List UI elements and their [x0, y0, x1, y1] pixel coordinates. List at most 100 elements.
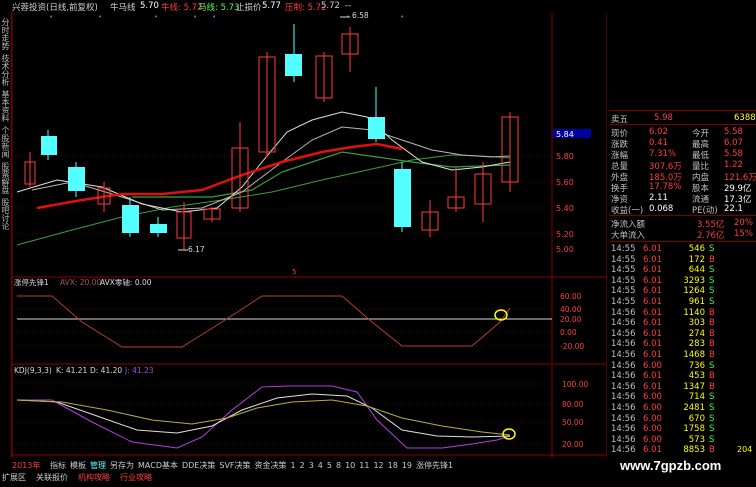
- indicator-tab[interactable]: SVF决策: [219, 460, 250, 471]
- indicator-tab[interactable]: 11: [359, 461, 369, 470]
- kdj-axis-label: 50.00: [562, 418, 584, 427]
- extension-tab[interactable]: 扩展区: [0, 472, 28, 483]
- tick-side: S: [709, 424, 715, 435]
- indicator-tab[interactable]: 19: [402, 461, 412, 470]
- flow-label: 大单流入: [611, 231, 646, 241]
- tick-volume: 274: [688, 328, 705, 339]
- candle-13: [341, 27, 359, 72]
- quote-row: 总量 307.6万 量比 1.22: [609, 160, 756, 172]
- indicator-tab[interactable]: 涨停先锋1: [416, 460, 453, 471]
- tick-row: 14:55 6.01 644 S: [609, 265, 756, 276]
- tick-row: 14:55 6.01 3293 S: [609, 276, 756, 287]
- indicator-tab[interactable]: MACD基本: [138, 460, 178, 471]
- tick-time: 14:55: [611, 286, 636, 297]
- indicator-tab[interactable]: 12: [373, 461, 383, 470]
- tick-volume: 2481: [683, 403, 705, 413]
- quote-value: 2.11: [649, 193, 668, 203]
- indicator-tab[interactable]: 8: [336, 461, 341, 470]
- tick-time: 14:56: [611, 381, 636, 392]
- tick-volume: 546: [688, 244, 705, 254]
- side-tab-jiben[interactable]: 基本资料: [0, 90, 11, 122]
- side-tab-jishu[interactable]: 技术分析: [0, 54, 11, 86]
- indicator-tab[interactable]: 另存为: [110, 460, 134, 471]
- tick-price: 6.01: [643, 244, 662, 254]
- ma-red-line: [36, 142, 403, 210]
- indicator-tab[interactable]: 模板: [70, 460, 86, 471]
- indicator-tab[interactable]: 管理: [90, 460, 106, 471]
- sell5-row[interactable]: 卖五 5.98 6388: [609, 113, 756, 125]
- tick-volume: 1264: [683, 286, 705, 297]
- tick-time: 14:55: [611, 244, 636, 254]
- indicator-tab[interactable]: 2: [300, 461, 305, 470]
- indicator-tab[interactable]: 18: [388, 461, 398, 470]
- indicator1-axis-label: 60.00: [560, 292, 582, 301]
- tick-time: 14:56: [611, 307, 636, 318]
- tick-time: 14:55: [611, 265, 636, 276]
- tick-side: B: [709, 254, 715, 265]
- tick-side: S: [709, 286, 715, 297]
- svg-text:•: •: [212, 13, 216, 21]
- indicator1-panel: 涨停先锋1 AVX: 20.00 AVX零轴: 0.00 60.00 40.00…: [12, 277, 584, 351]
- tick-time: 14:56: [611, 318, 636, 329]
- tick-volume: 736: [688, 360, 705, 371]
- tick-side: B: [709, 339, 715, 350]
- side-tab-guba[interactable]: 股吧讨论: [0, 198, 11, 230]
- indicator1-zero: AVX零轴: 0.00: [100, 277, 152, 287]
- indicator-tab[interactable]: 4: [318, 461, 323, 470]
- tick-row: 14:56 6.00 670 S: [609, 414, 756, 425]
- tick-time: 14:56: [611, 350, 636, 360]
- tick-row: 14:56 6.01 8853 B: [609, 445, 756, 456]
- candle-3: [68, 162, 85, 197]
- candle-18: [474, 162, 492, 222]
- tick-price: 6.01: [643, 445, 662, 456]
- indicator1-axis-label: 20.00: [560, 315, 582, 324]
- indicator-tab[interactable]: 3: [309, 461, 314, 470]
- indicator-tab[interactable]: DDE决策: [182, 460, 215, 471]
- chart-area[interactable]: 5.84 5.80 5.60 5.40 5.20 5.00 • • • • • …: [11, 11, 608, 458]
- price-axis-label: 5.00: [556, 245, 574, 254]
- extension-tab[interactable]: 机构攻略: [76, 472, 112, 483]
- indicator-tab[interactable]: 10: [345, 461, 355, 470]
- avx-line: [17, 295, 511, 348]
- extension-tab[interactable]: 关联报价: [34, 472, 70, 483]
- tick-time: 14:56: [611, 434, 636, 445]
- tick-side: B: [709, 371, 715, 382]
- kdj-axis-label: 80.00: [562, 400, 584, 409]
- side-tab-jiepan[interactable]: 股票解盘: [0, 162, 11, 194]
- indicator-tab[interactable]: 5: [327, 461, 332, 470]
- tick-volume: 1347: [683, 381, 705, 392]
- tick-volume: 3293: [683, 275, 705, 286]
- tick-price: 6.00: [643, 392, 662, 403]
- side-tab-fenshi[interactable]: 分时走势: [0, 18, 11, 50]
- candle-15: [394, 162, 411, 232]
- tick-volume: 283: [688, 339, 705, 350]
- tick-side: B: [709, 328, 715, 339]
- indicator-tab[interactable]: 指标: [50, 460, 66, 471]
- ma-white-line: [16, 111, 511, 213]
- tick-tail: 204: [737, 445, 753, 454]
- bottom-bar: 指标 模板 管理 另存为 MACD基本 DDE决策 SVF决策 资金决策 1 2 3 4 5 8 10 11 1…: [0, 460, 609, 487]
- tick-price: 6.01: [643, 339, 662, 350]
- chart-svg[interactable]: 5.84 5.80 5.60 5.40 5.20 5.00 • • • • • …: [11, 11, 608, 458]
- tick-volume: 714: [688, 392, 705, 403]
- tick-row: 14:55 6.01 961 S: [609, 297, 756, 308]
- indicator-tab[interactable]: 1: [291, 461, 296, 470]
- tick-side: S: [709, 244, 715, 254]
- quote-row: 收益(一) 0.068 PE(动) 22.1: [609, 204, 756, 216]
- quote-panel: 卖五 5.98 6388 现价 6.02 今开 5.58 涨跌 0.41 最高 6.07 涨幅 7…: [609, 0, 756, 458]
- side-tab-news[interactable]: 个股新闻: [0, 126, 11, 158]
- quote-value: 0.068: [649, 204, 674, 214]
- tick-side: S: [709, 413, 715, 424]
- tick-side: S: [709, 297, 715, 307]
- tick-time: 14:56: [611, 360, 636, 371]
- tick-price: 6.00: [643, 434, 662, 445]
- extension-tab[interactable]: 行业攻略: [118, 472, 154, 483]
- indicator-tab[interactable]: 资金决策: [255, 460, 287, 471]
- quote-value: 6.02: [649, 127, 668, 137]
- tick-row: 14:56 6.01 1468 B: [609, 350, 756, 361]
- tick-side: S: [709, 265, 715, 276]
- tick-volume: 1468: [683, 350, 705, 360]
- candlesticks: [24, 24, 519, 250]
- flow-row: 净流入额 3.55亿 20%: [609, 218, 756, 230]
- tick-price: 6.01: [643, 371, 662, 382]
